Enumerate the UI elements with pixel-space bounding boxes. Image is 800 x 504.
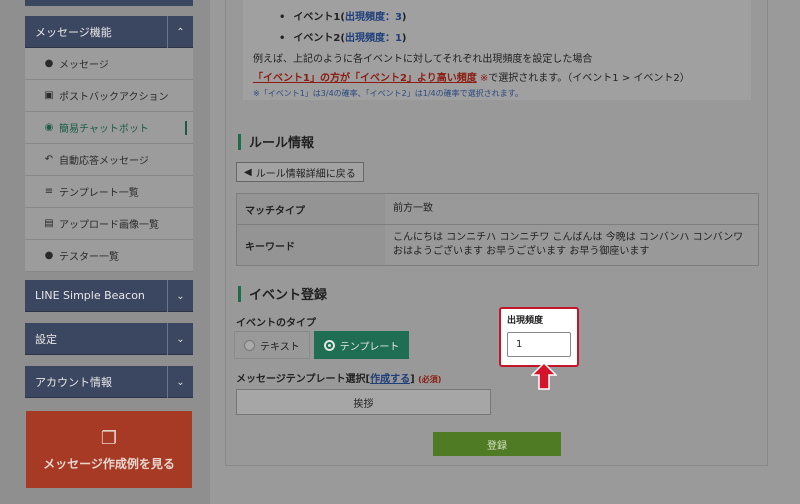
help-event2-freq: 出現頻度：1 [344, 33, 402, 44]
frequency-help-box: イベント1(出現頻度：3) イベント2(出現頻度：1) 例えば、上記のように各イ… [243, 0, 751, 100]
radio-text-label: テキスト [260, 341, 300, 353]
required-badge: (必須) [418, 375, 442, 384]
chevron-down-icon[interactable]: ⌄ [167, 280, 193, 312]
register-button[interactable]: 登録 [433, 432, 561, 456]
copy-icon: ❐ [100, 427, 118, 449]
radio-unchecked-icon [244, 339, 255, 351]
template-select-label: メッセージテンプレート選択[作成する] (必須) [236, 374, 442, 385]
table-row: マッチタイプ 前方一致 [237, 194, 758, 225]
match-type-value: 前方一致 [393, 203, 433, 214]
arrow-up-icon [531, 362, 557, 390]
help-event2: イベント2(出現頻度：1) [279, 29, 751, 44]
frequency-input[interactable]: 1 [507, 332, 571, 357]
help-event1-name: イベント1 [293, 12, 341, 23]
chatbot-icon: ◉ [44, 122, 54, 133]
rule-info-table: マッチタイプ 前方一致 キーワード こんにちは コンニチハ コンニチワ こんばん… [236, 193, 759, 266]
table-row: キーワード こんにちは コンニチハ コンニチワ こんばんは 今晩は コンバンハ … [237, 225, 758, 265]
keyword-value: こんにちは コンニチハ コンニチワ こんばんは 今晩は コンバンハ コンバンワ … [393, 232, 744, 257]
chevron-down-icon[interactable]: ⌄ [167, 366, 193, 398]
radio-text[interactable]: テキスト [234, 331, 310, 359]
rule-info-title: ルール情報 [238, 132, 314, 151]
sidebar-head-message[interactable]: メッセージ機能 ⌃ [25, 16, 193, 48]
sidebar-item-6[interactable]: ● テスター一覧 [25, 240, 193, 272]
help-note: ※「イベント1」は3/4の確率、「イベント2」は1/4の確率で選択されます。 [253, 89, 523, 98]
view-message-examples-button[interactable]: ❐ メッセージ作成例を見る [26, 411, 192, 488]
sidebar-item-5[interactable]: ▤ アップロード画像一覧 [25, 208, 193, 240]
chevron-down-icon[interactable]: ⌄ [167, 323, 193, 355]
sidebar-head-label: LINE Simple Beacon [35, 289, 145, 302]
sidebar-item-label: 簡易チャットボット [59, 124, 149, 135]
frequency-field-highlight: 出現頻度 1 [499, 307, 579, 367]
sidebar-item-1[interactable]: ▣ ポストバックアクション [25, 80, 193, 112]
sidebar-head-account[interactable]: アカウント情報 ⌄ [25, 366, 193, 398]
event-type-radio-group: テキスト テンプレート [234, 331, 410, 359]
sidebar-head-settings[interactable]: 設定 ⌄ [25, 323, 193, 355]
cta-label: メッセージ作成例を見る [43, 456, 175, 471]
back-to-rule-label: ルール情報詳細に戻る [255, 168, 356, 180]
sidebar-item-label: テスター一覧 [59, 252, 119, 263]
event-register-title: イベント登録 [238, 284, 327, 303]
sidebar: メッセージ機能 ⌃ ● メッセージ ▣ ポストバックアクション ◉ 簡易チャットボット ↶ 自… [0, 0, 210, 504]
sidebar-head-label: アカウント情報 [35, 375, 112, 389]
robot-icon: ▣ [44, 90, 54, 101]
sidebar-head-beacon[interactable]: LINE Simple Beacon ⌄ [25, 280, 193, 312]
help-tail: で選択されます。（イベント1 > イベント2） [488, 73, 690, 84]
sidebar-item-2[interactable]: ◉ 簡易チャットボット [25, 112, 193, 144]
sidebar-item-label: テンプレート一覧 [59, 188, 139, 199]
help-event2-name: イベント2 [293, 33, 341, 44]
radio-template-label: テンプレート [339, 341, 400, 353]
radio-template[interactable]: テンプレート [313, 331, 410, 359]
sidebar-item-4[interactable]: ≡ テンプレート一覧 [25, 176, 193, 208]
template-select-label-text: メッセージテンプレート選択 [236, 374, 366, 385]
sidebar-item-0[interactable]: ● メッセージ [25, 48, 193, 80]
arrow-left-circle-icon: ◀ [244, 166, 252, 178]
match-type-label: マッチタイプ [237, 194, 385, 224]
sidebar-message-section: メッセージ機能 ⌃ ● メッセージ ▣ ポストバックアクション ◉ 簡易チャットボット ↶ 自… [25, 16, 193, 272]
help-event1: イベント1(出現頻度：3) [279, 8, 751, 23]
sidebar-head-label: 設定 [35, 332, 57, 346]
event-type-label: イベントのタイプ [236, 318, 316, 329]
sidebar-head-label: メッセージ機能 [35, 25, 112, 39]
layers-icon: ≡ [44, 186, 54, 197]
help-event1-freq: 出現頻度：3 [344, 12, 402, 23]
main-panel: イベント1(出現頻度：3) イベント2(出現頻度：1) 例えば、上記のように各イ… [225, 0, 768, 466]
help-result: 「イベント1」の方が「イベント2」より高い頻度 ※で選択されます。（イベント1 … [253, 69, 751, 84]
sidebar-item-label: アップロード画像一覧 [59, 220, 159, 231]
users-icon: ● [44, 250, 54, 261]
back-to-rule-button[interactable]: ◀ ルール情報詳細に戻る [236, 162, 364, 182]
sidebar-item-label: 自動応答メッセージ [59, 156, 149, 167]
sidebar-item-label: メッセージ [59, 60, 109, 71]
template-select[interactable]: 挨拶 [236, 389, 491, 415]
sidebar-item-3[interactable]: ↶ 自動応答メッセージ [25, 144, 193, 176]
help-emphasis: 「イベント1」の方が「イベント2」より高い頻度 [253, 73, 477, 84]
speech-bubble-icon: ● [44, 58, 54, 69]
reply-icon: ↶ [44, 154, 54, 165]
frequency-label: 出現頻度 [507, 316, 544, 326]
create-template-link[interactable]: 作成する [370, 374, 410, 385]
help-example: 例えば、上記のように各イベントに対してそれぞれ出現頻度を設定した場合 [253, 54, 593, 65]
images-icon: ▤ [44, 218, 54, 229]
keyword-label: キーワード [237, 225, 385, 265]
sidebar-item-label: ポストバックアクション [59, 92, 169, 103]
sidebar-prev-section [25, 0, 193, 6]
radio-checked-icon [323, 339, 335, 351]
chevron-up-icon[interactable]: ⌃ [167, 16, 193, 48]
